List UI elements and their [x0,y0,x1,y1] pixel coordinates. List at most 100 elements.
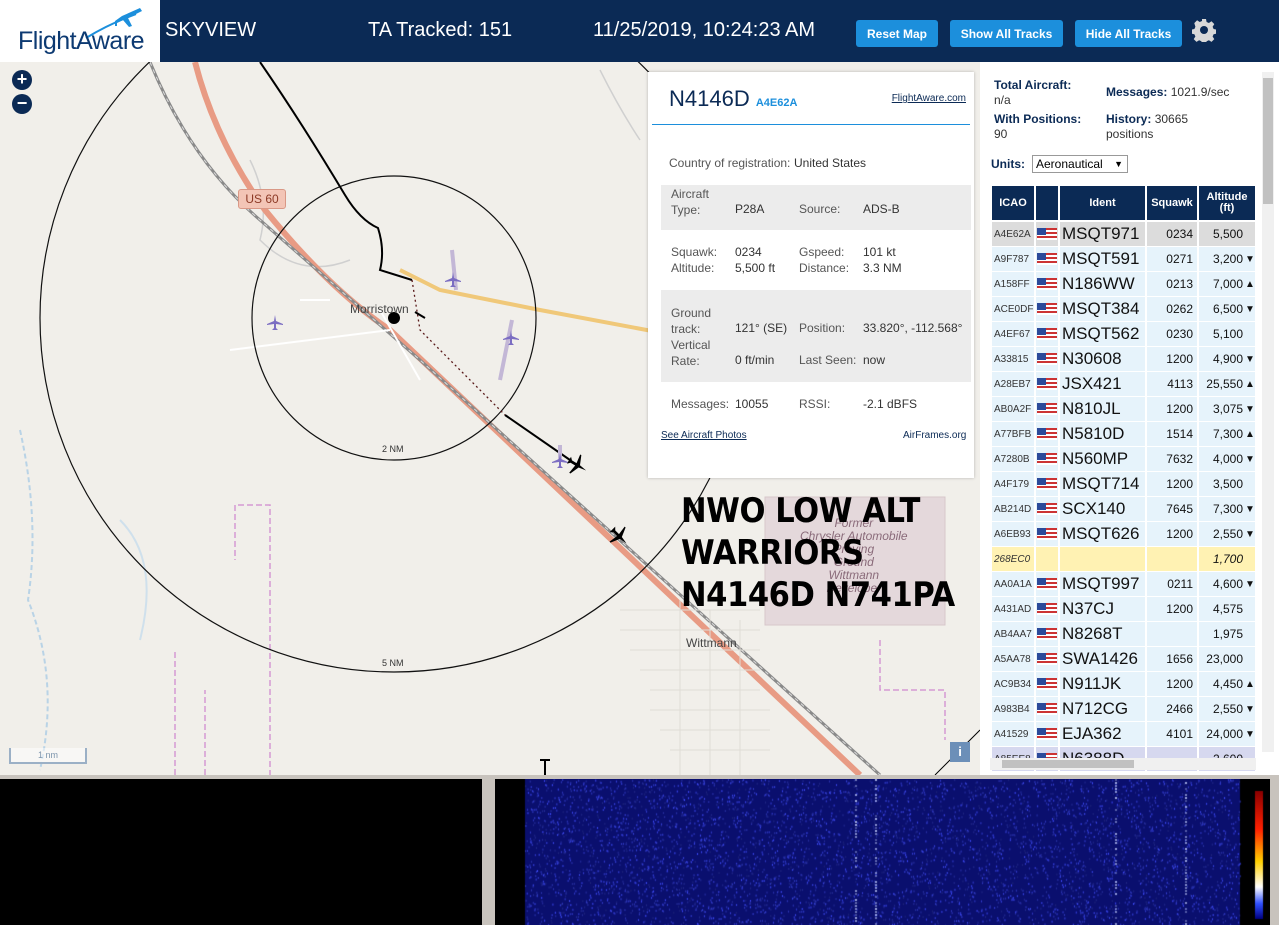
altitude-cell: 23,000 [1199,647,1255,672]
airframes-link[interactable]: AirFrames.org [903,430,966,441]
altitude-value: 5,100 [1212,327,1243,341]
flag-cell [1036,622,1058,647]
zoom-in-button[interactable]: + [12,70,32,90]
us-flag-icon [1037,353,1057,365]
us-flag-icon [1037,328,1057,340]
col-ident[interactable]: Ident [1060,186,1145,220]
aircraft-table-body: A4E62A MSQT971 0234 5,500 A9F787 MSQT591 0271 3… [992,222,1257,772]
altitude-cell: 2,550 ▼ [1199,697,1255,722]
ring-label-5nm: 5 NM [382,658,404,668]
vertical-scrollbar[interactable] [1262,72,1274,752]
ident-cell: MSQT714 [1060,472,1145,497]
altitude-cell: 3,500 [1199,472,1255,497]
table-row[interactable]: AA0A1A MSQT997 0211 4,600 ▼ [992,572,1257,597]
chevron-down-icon: ▼ [1114,159,1123,169]
units-select[interactable]: Aeronautical ▼ [1032,155,1128,173]
col-altitude[interactable]: Altitude (ft) [1199,186,1255,220]
aircraft-icon[interactable] [266,314,284,332]
squawk-cell: 2466 [1147,697,1197,722]
altitude-cell: 4,600 ▼ [1199,572,1255,597]
ident-cell: EJA362 [1060,722,1145,747]
flightaware-link[interactable]: FlightAware.com [892,93,966,104]
ident-cell: MSQT626 [1060,522,1145,547]
aircraft-icon[interactable] [502,329,520,347]
table-row[interactable]: ACE0DF MSQT384 0262 6,500 ▼ [992,297,1257,322]
gear-icon[interactable] [1192,18,1216,42]
ident-cell [1060,547,1145,572]
table-row[interactable]: A431AD N37CJ 1200 4,575 [992,597,1257,622]
squawk-cell: 1200 [1147,472,1197,497]
rssi-value: -2.1 dBFS [863,397,918,411]
table-row[interactable]: A9F787 MSQT591 0271 3,200 ▼ [992,247,1257,272]
info-button[interactable]: i [950,742,970,762]
flag-cell [1036,522,1058,547]
flag-cell [1036,722,1058,747]
col-squawk[interactable]: Squawk [1147,186,1197,220]
altitude-cell: 25,550 ▲ [1199,372,1255,397]
icao-cell: A983B4 [992,697,1034,722]
reset-map-button[interactable]: Reset Map [856,20,938,47]
zoom-out-button[interactable]: − [12,94,32,114]
us-flag-icon [1037,703,1057,715]
table-row[interactable]: A983B4 N712CG 2466 2,550 ▼ [992,697,1257,722]
horizontal-scrollbar[interactable] [990,758,1256,770]
table-row[interactable]: A77BFB N5810D 1514 7,300 ▲ [992,422,1257,447]
ident-cell: N37CJ [1060,597,1145,622]
col-icao[interactable]: ICAO [992,186,1034,220]
col-flag[interactable] [1036,186,1058,220]
squawk-cell [1147,547,1197,572]
road-shield-us60: US 60 [238,189,286,209]
altitude-value: 3,075 [1212,402,1243,416]
altitude-cell: 7,300 ▼ [1199,497,1255,522]
us-flag-icon [1037,378,1057,390]
table-row[interactable]: 268EC0 1,700 [992,547,1257,572]
hide-all-tracks-button[interactable]: Hide All Tracks [1075,20,1182,47]
altitude-trend-icon: ▼ [1245,528,1255,540]
icao-cell: 268EC0 [992,547,1034,572]
table-row[interactable]: A7280B N560MP 7632 4,000 ▼ [992,447,1257,472]
aircraft-icon[interactable] [444,271,462,289]
logo-text: FlightAware [18,27,145,55]
us-flag-icon [1037,528,1057,540]
table-row[interactable]: A5AA78 SWA1426 1656 23,000 [992,647,1257,672]
altitude-value: 7,300 [1212,502,1243,516]
us-flag-icon [1037,653,1057,665]
table-row[interactable]: A41529 EJA362 4101 24,000 ▼ [992,722,1257,747]
table-row[interactable]: AC9B34 N911JK 1200 4,450 ▲ [992,672,1257,697]
table-row[interactable]: AB4AA7 N8268T 1,975 [992,622,1257,647]
flag-cell [1036,297,1058,322]
flag-cell [1036,222,1058,247]
table-row[interactable]: A28EB7 JSX421 4113 25,550 ▲ [992,372,1257,397]
altitude-value: 4,575 [1212,602,1243,616]
see-photos-link[interactable]: See Aircraft Photos [661,430,747,441]
altitude-value: 4,600 [1212,577,1243,591]
table-row[interactable]: A33815 N30608 1200 4,900 ▼ [992,347,1257,372]
show-all-tracks-button[interactable]: Show All Tracks [950,20,1063,47]
aircraft-table-header: ICAO Ident Squawk Altitude (ft) [992,186,1257,220]
table-row[interactable]: AB0A2F N810JL 1200 3,075 ▼ [992,397,1257,422]
us-flag-icon [1037,628,1057,640]
altitude-value: 1,975 [1212,627,1243,641]
ring-label-2nm: 2 NM [382,444,404,454]
flag-cell [1036,647,1058,672]
squawk-cell: 0213 [1147,272,1197,297]
total-aircraft-value: n/a [994,93,1011,107]
altitude-cell: 24,000 ▼ [1199,722,1255,747]
table-row[interactable]: A4E62A MSQT971 0234 5,500 [992,222,1257,247]
altitude-value: 23,000 [1206,652,1243,666]
table-row[interactable]: A6EB93 MSQT626 1200 2,550 ▼ [992,522,1257,547]
altitude-trend-icon: ▼ [1245,303,1255,315]
table-row[interactable]: A158FF N186WW 0213 7,000 ▲ [992,272,1257,297]
icao-cell: A9F787 [992,247,1034,272]
altitude-value: 2,550 [1212,702,1243,716]
icao-cell: A4EF67 [992,322,1034,347]
gspeed-value: 101 kt [863,245,896,259]
flag-cell [1036,597,1058,622]
altitude-value: 24,000 [1206,727,1243,741]
table-row[interactable]: A4EF67 MSQT562 0230 5,100 [992,322,1257,347]
flightaware-logo[interactable]: FlightAware [0,0,160,62]
ident-cell: MSQT562 [1060,322,1145,347]
table-row[interactable]: A4F179 MSQT714 1200 3,500 [992,472,1257,497]
table-row[interactable]: AB214D SCX140 7645 7,300 ▼ [992,497,1257,522]
icao-cell: A5AA78 [992,647,1034,672]
